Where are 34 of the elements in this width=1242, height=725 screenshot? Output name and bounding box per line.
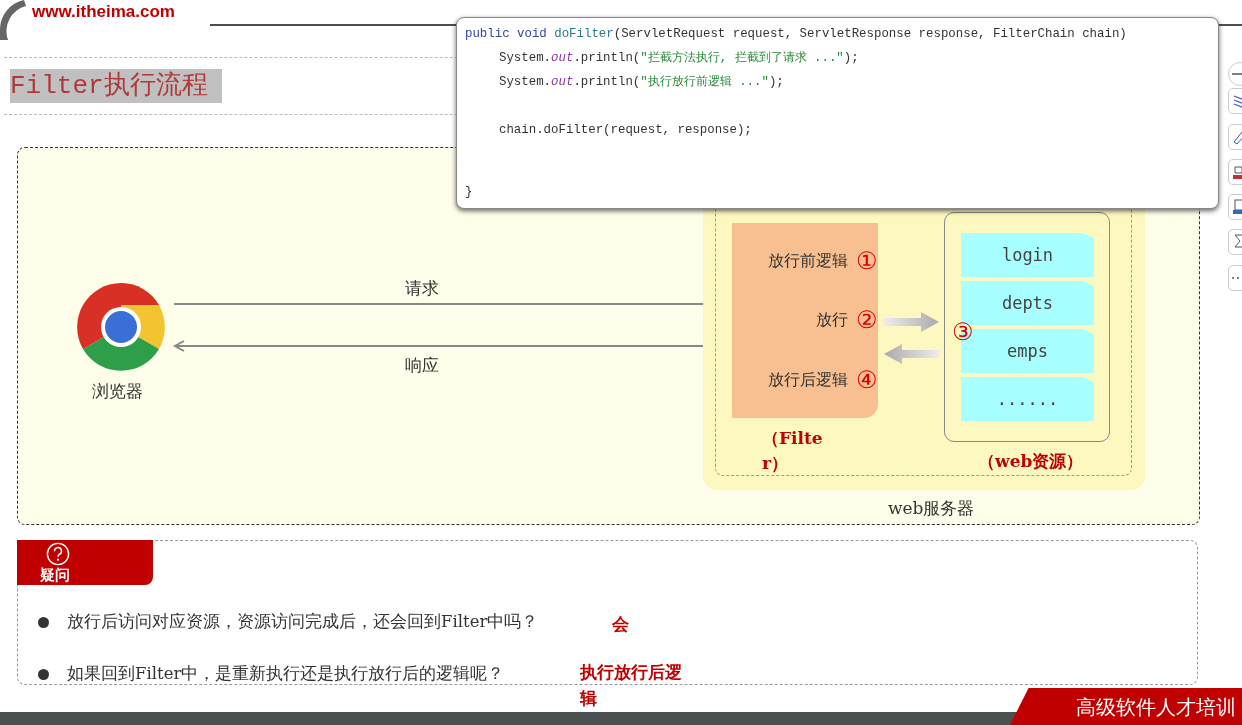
resource-item: ......: [961, 377, 1094, 421]
step-label: 放行: [816, 309, 848, 332]
answer-text: 执行放行后逻辑: [580, 661, 683, 710]
left-arrow-icon: [884, 344, 940, 364]
question-icon: [46, 542, 70, 566]
code-line: public void doFilter(ServletRequest request, ServletResponse response, FilterChain chain): [465, 26, 1128, 43]
footer-banner: 高级软件人才培训: [1010, 688, 1242, 725]
website-url: www.itheima.com: [32, 2, 175, 22]
resource-item: login: [961, 233, 1094, 277]
step-number: ②: [856, 308, 878, 333]
server-label: web服务器: [888, 497, 975, 520]
step-number: ④: [856, 368, 878, 393]
step-label: 放行前逻辑: [768, 249, 848, 272]
answer-text: 会: [612, 613, 630, 636]
step-number: ①: [856, 248, 878, 273]
code-line: }: [465, 184, 474, 201]
code-line: chain.doFilter(request, response);: [498, 122, 753, 139]
bullet-icon: [38, 668, 49, 680]
response-label: 响应: [405, 354, 439, 377]
bullet-icon: [38, 616, 49, 628]
question-text: 放行后访问对应资源，资源访问完成后，还会回到Filter中吗？: [67, 611, 539, 633]
right-arrow-icon: [883, 312, 939, 332]
question-text: 如果回到Filter中，是重新执行还是执行放行后的逻辑呢？: [67, 662, 505, 685]
browser-label: 浏览器: [92, 380, 143, 403]
logo-arc-icon: [0, 0, 26, 40]
browser-icon: [77, 283, 165, 371]
slide-title: Filter执行流程: [10, 69, 222, 103]
code-line: System.out.println("执行放行前逻辑 ...");: [498, 74, 785, 91]
request-label: 请求: [405, 277, 439, 300]
code-line: System.out.println("拦截方法执行, 拦截到了请求 ...");: [498, 50, 860, 67]
step-label: 放行后逻辑: [768, 369, 848, 392]
question-label: 疑问: [40, 566, 70, 584]
filter-caption: （Filter）: [762, 427, 824, 475]
resource-caption: （web资源）: [978, 450, 1084, 473]
